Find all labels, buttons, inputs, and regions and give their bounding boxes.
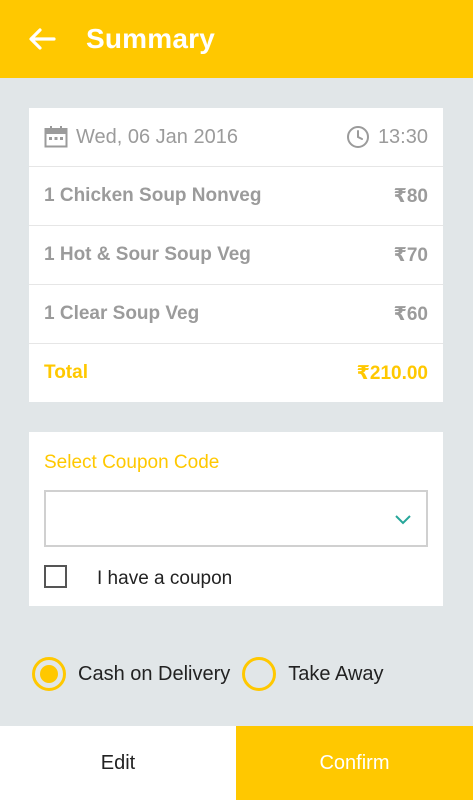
radio-cash-on-delivery[interactable] [32,657,66,691]
coupon-checkbox-label: I have a coupon [97,568,233,589]
order-item-row: 1 Hot & Sour Soup Veg ₹70 [29,225,443,284]
radio-take-away[interactable] [242,657,277,691]
back-button[interactable] [22,19,62,59]
order-item-row: 1 Chicken Soup Nonveg ₹80 [29,166,443,225]
order-datetime-row: Wed, 06 Jan 2016 13:30 [29,108,443,166]
total-value: ₹210.00 [356,362,428,384]
order-total-row: Total ₹210.00 [29,343,443,402]
order-item-price: ₹80 [393,185,428,207]
order-time: 13:30 [377,125,428,148]
chevron-down-icon [394,512,412,530]
payment-options: Cash on Delivery Take Away [32,655,396,693]
order-summary-card: Wed, 06 Jan 2016 13:30 1 Chicken Soup No… [29,108,443,402]
order-item-price: ₹60 [393,303,428,325]
order-item-label: 1 Hot & Sour Soup Veg [44,244,251,265]
confirm-button[interactable]: Confirm [236,726,473,800]
order-item-price: ₹70 [393,244,428,266]
coupon-card: Select Coupon Code I have a coupon [29,432,443,606]
order-item-row: 1 Clear Soup Veg ₹60 [29,284,443,343]
page-title: Summary [86,23,216,54]
radio-selected-dot [40,665,58,683]
calendar-icon [44,126,68,148]
edit-button[interactable]: Edit [0,726,236,800]
radio-label-take-away: Take Away [288,662,384,685]
order-date: Wed, 06 Jan 2016 [76,125,238,148]
bottom-action-bar: Edit Confirm [0,726,473,800]
coupon-dropdown[interactable] [44,490,428,547]
coupon-checkbox[interactable] [44,565,67,588]
radio-label-cash-on-delivery: Cash on Delivery [78,662,231,685]
coupon-title: Select Coupon Code [44,452,220,473]
arrow-left-icon [29,28,56,50]
order-item-label: 1 Clear Soup Veg [44,303,200,324]
order-item-label: 1 Chicken Soup Nonveg [44,185,262,206]
clock-icon [346,125,370,149]
total-label: Total [44,362,88,383]
app-bar: Summary [0,0,473,78]
